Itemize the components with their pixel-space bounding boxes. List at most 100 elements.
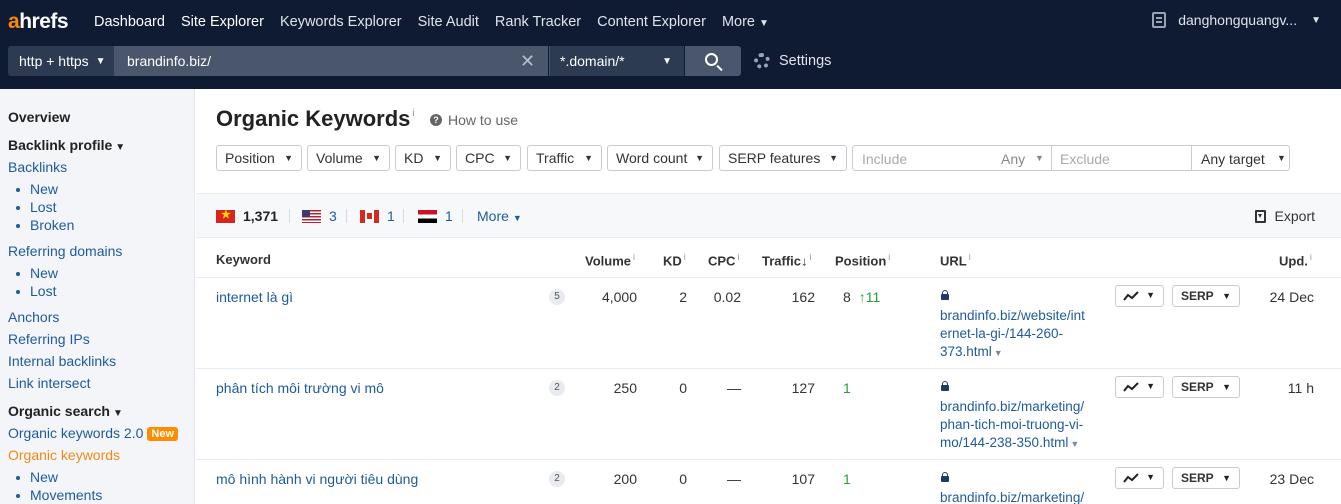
include-any-select[interactable]: Any <box>1001 151 1025 167</box>
nav-dashboard[interactable]: Dashboard <box>94 14 165 30</box>
sidebar-backlinks-new[interactable]: New <box>16 181 58 197</box>
mode-select[interactable]: *.domain/* ▼ <box>549 46 684 76</box>
canada-flag-icon <box>360 209 379 223</box>
sidebar-link-intersect[interactable]: Link intersect <box>8 375 90 391</box>
col-cpc[interactable]: CPC i <box>708 252 739 268</box>
sidebar-referring-domains[interactable]: Referring domains <box>8 243 122 259</box>
usa-flag-icon <box>302 209 321 223</box>
traffic-value: 107 <box>791 471 815 487</box>
gear-icon <box>754 53 770 69</box>
sidebar-internal-backlinks[interactable]: Internal backlinks <box>8 353 116 369</box>
country-us[interactable]: 3 <box>302 208 337 224</box>
col-url[interactable]: URL i <box>940 252 971 268</box>
nav-more[interactable]: More ▼ <box>722 14 769 30</box>
any-target-select[interactable]: Any target <box>1201 151 1265 167</box>
filter-word-count[interactable]: Word count ▼ <box>607 145 713 171</box>
sidebar-organic-new[interactable]: New <box>16 469 58 485</box>
serp-button[interactable]: SERP ▼ <box>1172 467 1240 489</box>
how-to-use-link[interactable]: ? How to use <box>430 112 518 128</box>
country-ca[interactable]: 1 <box>360 208 395 224</box>
filter-position[interactable]: Position ▼ <box>216 145 302 171</box>
url-link[interactable]: brandinfo.biz/marketing/ <box>940 471 1100 504</box>
chevron-down-icon: ▼ <box>1146 381 1155 391</box>
col-volume[interactable]: Volume i <box>585 252 635 268</box>
country-eg[interactable]: 1 <box>418 208 453 224</box>
filter-cpc[interactable]: CPC ▼ <box>456 145 521 171</box>
keyword-link[interactable]: internet là gì <box>216 289 293 305</box>
sidebar-anchors[interactable]: Anchors <box>8 309 59 325</box>
sidebar-overview[interactable]: Overview <box>8 109 70 125</box>
col-kd[interactable]: KD i <box>663 252 686 268</box>
clear-icon[interactable]: ✕ <box>520 52 535 70</box>
chevron-down-icon[interactable]: ▼ <box>1070 439 1079 449</box>
new-badge: New <box>147 427 179 441</box>
sidebar-organic-keywords-2[interactable]: Organic keywords 2.0 New <box>8 425 179 441</box>
filter-traffic[interactable]: Traffic ▼ <box>527 145 602 171</box>
filter-serp-features[interactable]: SERP features ▼ <box>719 145 847 171</box>
nav-rank-tracker[interactable]: Rank Tracker <box>495 14 581 30</box>
export-icon <box>1254 209 1266 223</box>
chevron-down-icon: ▼ <box>1222 291 1231 301</box>
sidebar-referring-ips[interactable]: Referring IPs <box>8 331 90 347</box>
position-value: 1 <box>843 380 851 396</box>
chevron-down-icon[interactable]: ▼ <box>994 348 1003 358</box>
chevron-down-icon: ▼ <box>503 153 512 163</box>
sidebar-organic-keywords[interactable]: Organic keywords <box>8 447 120 463</box>
nav-content-explorer[interactable]: Content Explorer <box>597 14 706 30</box>
sidebar-organic-movements[interactable]: Movements <box>16 487 102 503</box>
chart-button[interactable]: ▼ <box>1115 285 1164 307</box>
ahrefs-logo[interactable]: ahrefs <box>8 10 94 34</box>
col-position[interactable]: Position i <box>835 252 890 268</box>
col-keyword[interactable]: Keyword <box>216 252 271 267</box>
volume-value: 4,000 <box>601 289 637 305</box>
chevron-down-icon: ▼ <box>1146 472 1155 482</box>
sidebar-organic-search[interactable]: Organic search ▼ <box>8 403 123 419</box>
serp-button[interactable]: SERP ▼ <box>1172 285 1240 307</box>
chevron-down-icon: ▼ <box>115 142 126 153</box>
url-link[interactable]: brandinfo.biz/website/int ernet-la-gi-/1… <box>940 289 1100 362</box>
col-traffic[interactable]: Traffic↓ i <box>762 252 812 268</box>
chevron-down-icon: ▼ <box>1222 382 1231 392</box>
sidebar-refdomains-lost[interactable]: Lost <box>16 283 56 299</box>
position-value: 8 ↑11 <box>843 289 881 305</box>
url-link[interactable]: brandinfo.biz/marketing/ phan-tich-moi-t… <box>940 380 1100 453</box>
cpc-value: — <box>727 380 741 396</box>
chevron-down-icon: ▼ <box>1222 473 1231 483</box>
sidebar-refdomains-new[interactable]: New <box>16 265 58 281</box>
chevron-down-icon: ▼ <box>662 55 672 67</box>
settings-button[interactable]: Settings <box>754 53 831 69</box>
chart-button[interactable]: ▼ <box>1115 467 1164 489</box>
export-button[interactable]: Export <box>1254 208 1315 224</box>
kd-value: 0 <box>679 380 687 396</box>
protocol-select[interactable]: http + https ▼ <box>8 46 115 76</box>
nav-site-audit[interactable]: Site Audit <box>418 14 479 30</box>
user-menu[interactable]: danghongquangv... ▼ <box>1152 12 1321 28</box>
trend-chart-icon <box>1123 382 1139 392</box>
chart-button[interactable]: ▼ <box>1115 376 1164 398</box>
info-icon[interactable]: i <box>412 108 414 119</box>
position-value: 1 <box>843 471 851 487</box>
document-icon <box>1152 12 1167 28</box>
volume-value: 200 <box>613 471 637 487</box>
serp-button[interactable]: SERP ▼ <box>1172 376 1240 398</box>
keyword-link[interactable]: phân tích môi trường vi mô <box>216 380 384 396</box>
keyword-link[interactable]: mô hình hành vi người tiêu dùng <box>216 471 418 487</box>
include-input[interactable]: Include <box>862 151 907 167</box>
country-vn[interactable]: 1,371 <box>216 208 278 224</box>
exclude-input[interactable]: Exclude <box>1060 151 1110 167</box>
search-button[interactable] <box>685 46 741 76</box>
filter-volume[interactable]: Volume ▼ <box>307 145 390 171</box>
sidebar-backlinks[interactable]: Backlinks <box>8 159 67 175</box>
cpc-value: 0.02 <box>713 289 741 305</box>
chevron-down-icon: ▼ <box>1311 14 1321 26</box>
nav-site-explorer[interactable]: Site Explorer <box>181 14 264 30</box>
filter-kd[interactable]: KD ▼ <box>395 145 451 171</box>
target-input[interactable]: brandinfo.biz/ <box>115 46 548 76</box>
col-upd[interactable]: Upd. i <box>1279 252 1312 268</box>
sidebar-backlink-profile[interactable]: Backlink profile ▼ <box>8 137 125 153</box>
countries-more[interactable]: More ▼ <box>477 208 522 224</box>
nav-keywords-explorer[interactable]: Keywords Explorer <box>280 14 402 30</box>
sidebar-backlinks-broken[interactable]: Broken <box>16 217 74 233</box>
vietnam-flag-icon <box>216 209 235 223</box>
sidebar-backlinks-lost[interactable]: Lost <box>16 199 56 215</box>
